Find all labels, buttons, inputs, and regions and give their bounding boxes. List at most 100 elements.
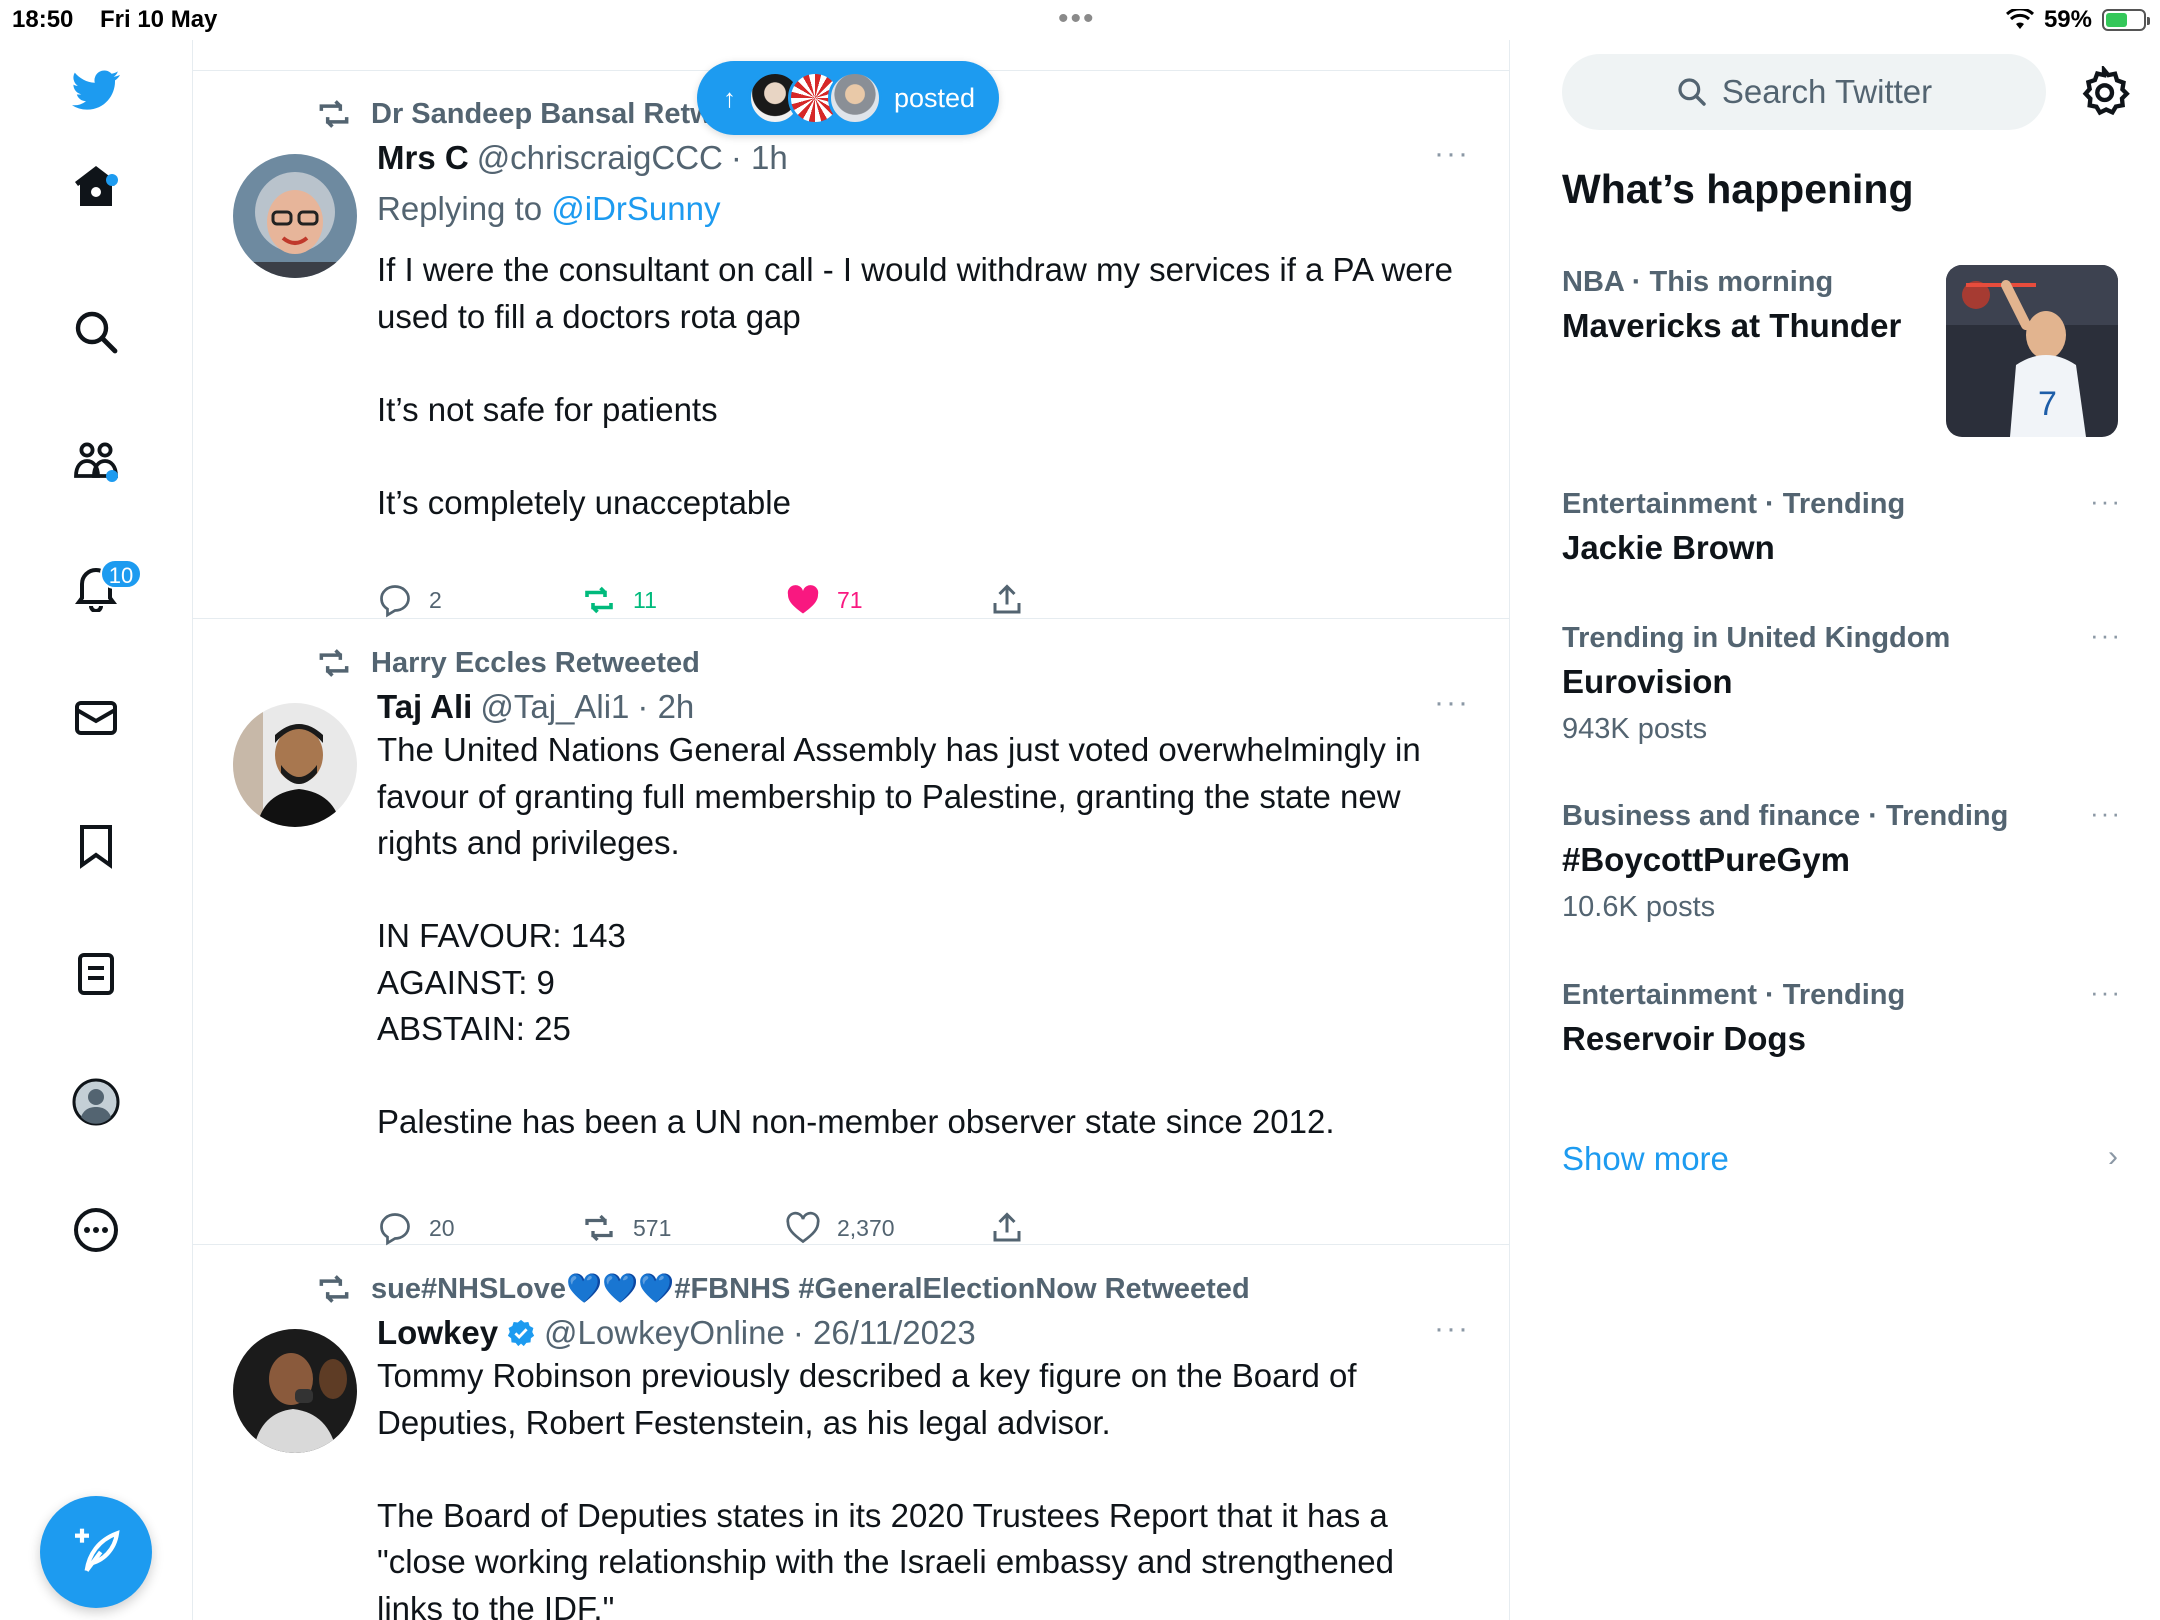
avatar (828, 71, 882, 125)
trend-item[interactable]: Entertainment · Trending Jackie Brown ··… (1562, 486, 2122, 567)
author-handle[interactable]: @chriscraigCCC (477, 139, 723, 177)
trend-meta: NBA · This morning (1562, 266, 1834, 298)
trend-more-icon[interactable]: ··· (2090, 486, 2122, 517)
reply-button[interactable]: 20 (377, 1210, 581, 1246)
retweet-button[interactable]: 11 (581, 582, 785, 618)
trend-item[interactable]: Business and finance · Trending #Boycott… (1562, 798, 2122, 924)
retweet-icon (319, 100, 349, 128)
compose-button[interactable] (40, 1496, 152, 1608)
status-right: 59% (2005, 6, 2150, 34)
verified-badge-icon (507, 1319, 535, 1347)
tweet-more-icon[interactable]: ··· (1434, 137, 1470, 171)
tweet[interactable]: sue#NHSLove💙💙💙#FBNHS #GeneralElectionNow… (193, 1246, 1509, 1620)
show-more-link[interactable]: Show more › (1562, 1140, 2122, 1178)
trend-more-icon[interactable]: ··· (2090, 798, 2122, 829)
like-count: 71 (837, 586, 863, 613)
retweeted-by[interactable]: sue#NHSLove💙💙💙#FBNHS #GeneralElectionNow… (371, 1272, 1250, 1306)
retweeted-by[interactable]: Harry Eccles Retweeted (371, 647, 700, 680)
share-button[interactable] (989, 582, 1193, 618)
trend-name: Mavericks at Thunder (1562, 307, 1902, 344)
search-placeholder: Search Twitter (1721, 73, 1933, 110)
tweet-time[interactable]: · 1h (731, 139, 788, 177)
replying-to: Replying to @iDrSunny (377, 190, 721, 228)
right-sidebar: Search Twitter What’s happening NBA · Th… (1510, 40, 2160, 1620)
battery-icon (2102, 9, 2150, 31)
author-name[interactable]: Mrs C (377, 139, 469, 177)
trend-item[interactable]: NBA · This morning Mavericks at Thunder (1562, 266, 1942, 345)
avatar[interactable] (233, 703, 357, 827)
tweet-actions: 20 571 2,370 (377, 1210, 1193, 1246)
twitter-logo-icon[interactable] (68, 62, 124, 118)
share-button[interactable] (989, 1210, 1193, 1246)
tweet[interactable]: Harry Eccles Retweeted Taj Ali @Taj_Ali1… (193, 620, 1509, 1246)
tweet-header: Lowkey @LowkeyOnline · 26/11/2023 (377, 1314, 976, 1352)
tweet-more-icon[interactable]: ··· (1434, 686, 1470, 720)
tweet-time[interactable]: · 26/11/2023 (793, 1314, 976, 1352)
tweet-header: Mrs C @chriscraigCCC · 1h (377, 139, 788, 177)
chevron-right-icon: › (2108, 1140, 2118, 1173)
trend-meta: Entertainment · Trending (1562, 979, 1906, 1011)
lists-icon[interactable] (68, 946, 124, 1002)
trend-more-icon[interactable]: ··· (2090, 620, 2122, 651)
trend-more-icon[interactable]: ··· (2090, 977, 2122, 1008)
reply-button[interactable]: 2 (377, 582, 581, 618)
author-handle[interactable]: @Taj_Ali1 (480, 688, 629, 726)
battery-percent: 59% (2043, 6, 2092, 33)
replying-to-link[interactable]: @iDrSunny (551, 190, 720, 227)
author-name[interactable]: Lowkey (377, 1314, 498, 1352)
home-icon[interactable] (68, 158, 124, 214)
tweet-text: The United Nations General Assembly has … (377, 731, 1421, 1140)
svg-text:7: 7 (2038, 385, 2057, 423)
trend-name: #BoycottPureGym (1562, 841, 1850, 878)
tweet-actions: 2 11 71 (377, 582, 1193, 618)
whats-happening-title: What’s happening (1562, 166, 1914, 212)
trend-thumbnail[interactable]: 7 (1946, 265, 2118, 437)
tweet-text: If I were the consultant on call - I wou… (377, 251, 1453, 521)
avatar[interactable] (233, 154, 357, 278)
retweet-context: Harry Eccles Retweeted (315, 644, 700, 682)
trend-item[interactable]: Entertainment · Trending Reservoir Dogs … (1562, 977, 2122, 1058)
heart-filled-icon (787, 585, 819, 614)
bookmarks-icon[interactable] (68, 818, 124, 874)
author-name[interactable]: Taj Ali (377, 688, 472, 726)
retweet-icon (585, 586, 613, 614)
profile-icon[interactable] (68, 1074, 124, 1130)
settings-gear-icon[interactable] (2078, 66, 2130, 118)
share-icon (993, 584, 1021, 614)
new-posts-pill[interactable]: ↑ posted (697, 61, 999, 135)
communities-unread-dot (106, 470, 118, 482)
like-button[interactable]: 71 (785, 582, 989, 618)
trend-meta: Trending in United Kingdom (1562, 622, 1951, 654)
more-icon[interactable] (68, 1202, 124, 1258)
trend-meta: Entertainment · Trending (1562, 488, 1906, 520)
arrow-up-icon: ↑ (723, 82, 736, 113)
heart-icon (786, 1211, 820, 1244)
tweet-text: Tommy Robinson previously described a ke… (377, 1357, 1394, 1620)
status-bar: 18:50 Fri 10 May ••• 59% (0, 0, 2160, 40)
replying-label: Replying to (377, 190, 552, 227)
retweet-icon (319, 649, 349, 677)
author-handle[interactable]: @LowkeyOnline (544, 1314, 785, 1352)
new-posts-label: posted (894, 82, 976, 113)
search-icon[interactable] (68, 304, 124, 360)
new-posts-avatars (748, 71, 882, 125)
messages-icon[interactable] (68, 690, 124, 746)
tweet-more-icon[interactable]: ··· (1434, 1312, 1470, 1346)
multitasking-dots-icon[interactable]: ••• (1058, 2, 1096, 36)
tweet[interactable]: Dr Sandeep Bansal Retweeted Mrs C @chris… (193, 71, 1509, 619)
status-date: Fri 10 May (100, 6, 218, 33)
search-input[interactable]: Search Twitter (1562, 54, 2046, 130)
tweet-time[interactable]: · 2h (637, 688, 694, 726)
home-unread-dot (106, 174, 118, 186)
battery-level (2106, 13, 2128, 27)
reply-count: 20 (429, 1214, 455, 1241)
tweet-header: Taj Ali @Taj_Ali1 · 2h (377, 688, 694, 726)
reply-icon (380, 1213, 410, 1246)
avatar[interactable] (233, 1329, 357, 1453)
trend-meta: Business and finance · Trending (1562, 800, 2009, 832)
trend-item[interactable]: Trending in United Kingdom Eurovision 94… (1562, 620, 2122, 746)
like-button[interactable]: 2,370 (785, 1210, 989, 1246)
retweet-icon (585, 1214, 613, 1242)
retweet-button[interactable]: 571 (581, 1210, 785, 1246)
timeline[interactable]: ↑ posted Dr Sandeep Bansal Retweeted Mrs… (193, 40, 1510, 1620)
